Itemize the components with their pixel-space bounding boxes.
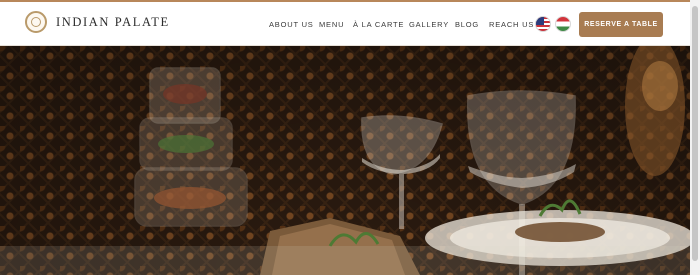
nav-link-about-us[interactable]: ABOUT US bbox=[269, 20, 314, 29]
brand-logo[interactable]: INDIAN PALATE bbox=[25, 11, 170, 33]
nav-link-reach-us[interactable]: REACH US bbox=[489, 20, 534, 29]
site-header: INDIAN PALATE ABOUT US MENU À LA CARTE G… bbox=[0, 2, 690, 46]
nav-link-blog[interactable]: BLOG bbox=[455, 20, 479, 29]
hungary-flag-icon[interactable] bbox=[555, 16, 571, 32]
nav-link-menu[interactable]: MENU bbox=[319, 20, 344, 29]
nav-link-a-la-carte[interactable]: À LA CARTE bbox=[353, 20, 404, 29]
mandala-emblem-icon bbox=[25, 11, 47, 33]
scrollbar-thumb[interactable] bbox=[692, 6, 698, 261]
hero-image bbox=[0, 46, 690, 275]
nav-link-gallery[interactable]: GALLERY bbox=[409, 20, 449, 29]
reserve-table-button[interactable]: RESERVE A TABLE bbox=[579, 12, 663, 37]
brand-name: INDIAN PALATE bbox=[56, 14, 170, 29]
hero-photo-illustration bbox=[0, 46, 690, 275]
page-scrollbar[interactable] bbox=[690, 0, 700, 275]
us-flag-icon[interactable] bbox=[535, 16, 551, 32]
